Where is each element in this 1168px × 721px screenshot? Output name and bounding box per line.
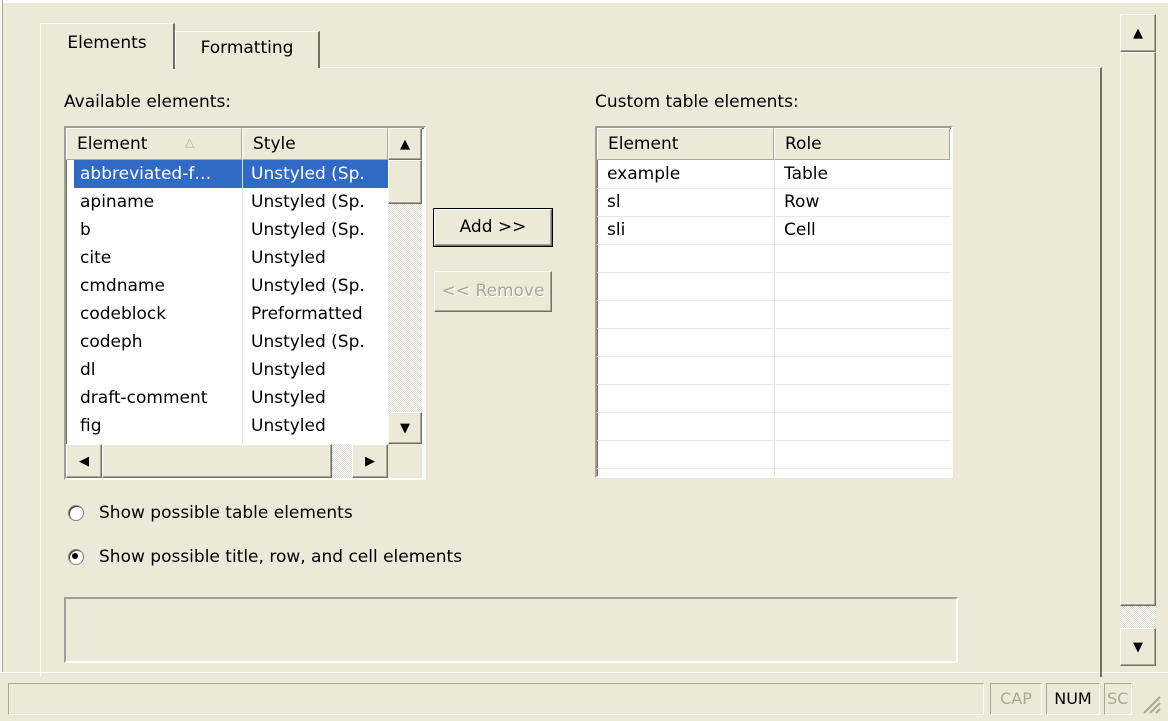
role-cell: Cell: [784, 220, 816, 240]
column-header-element-label: Element: [77, 134, 148, 154]
element-cell: cmdname: [80, 276, 165, 296]
column-header-element[interactable]: Element: [597, 128, 774, 160]
row-gridline: [597, 412, 951, 413]
custom-table-elements-list[interactable]: Element Role example Table sl Row sli Cell: [595, 126, 953, 478]
style-cell: Unstyled (Sp.: [251, 332, 365, 352]
table-row[interactable]: abbreviated-f… Unstyled (Sp.: [66, 160, 388, 188]
scroll-left-button[interactable]: ◀: [66, 444, 102, 478]
description-box: [64, 597, 958, 663]
radio-title-row-cell-label[interactable]: Show possible title, row, and cell eleme…: [99, 547, 462, 567]
table-row[interactable]: sli Cell: [597, 216, 951, 244]
sort-ascending-icon: △: [185, 135, 195, 149]
row-gridline: [597, 440, 951, 441]
row-gridline: [597, 244, 951, 245]
available-elements-list[interactable]: Element △ Style abbreviated-f… Unstyled (…: [64, 126, 426, 480]
style-cell: Unstyled (Sp.: [251, 276, 365, 296]
row-gridline: [597, 328, 951, 329]
element-cell: b: [80, 220, 91, 240]
window-scroll-thumb[interactable]: [1120, 52, 1156, 606]
radio-checked-dot: [72, 553, 78, 559]
role-cell: Row: [784, 192, 820, 212]
column-header-style[interactable]: Style: [242, 128, 388, 160]
resize-grip-icon[interactable]: [1140, 693, 1162, 715]
element-cell: example: [607, 164, 681, 184]
arrow-up-icon: ▲: [1133, 25, 1143, 41]
window-left-edge: [0, 0, 3, 672]
column-header-role[interactable]: Role: [774, 128, 950, 160]
radio-table-elements-label[interactable]: Show possible table elements: [99, 503, 353, 523]
style-cell: Preformatted: [251, 304, 363, 324]
table-row[interactable]: cite Unstyled: [66, 244, 388, 272]
table-row[interactable]: dl Unstyled: [66, 356, 388, 384]
table-row[interactable]: codeblock Preformatted: [66, 300, 388, 328]
radio-table-elements[interactable]: [68, 505, 84, 521]
role-cell: Table: [784, 164, 828, 184]
style-cell: Unstyled: [251, 360, 326, 380]
scroll-right-button[interactable]: ▶: [352, 444, 388, 478]
element-cell: codeph: [80, 332, 143, 352]
radio-title-row-cell[interactable]: [68, 549, 84, 565]
table-row[interactable]: fig Unstyled: [66, 412, 388, 440]
element-cell: codeblock: [80, 304, 167, 324]
window-scroll-up-button[interactable]: ▲: [1120, 14, 1156, 52]
style-cell: Unstyled: [251, 416, 326, 436]
custom-table-elements-label: Custom table elements:: [595, 92, 799, 112]
row-gridline: [597, 384, 951, 385]
column-header-style-label: Style: [253, 134, 296, 154]
style-cell: Unstyled (Sp.: [251, 220, 365, 240]
window-scroll-down-button[interactable]: ▼: [1120, 628, 1156, 666]
element-cell: dl: [80, 360, 96, 380]
status-bar: CAP NUM SC: [0, 672, 1168, 721]
tab-formatting[interactable]: Formatting: [175, 31, 320, 68]
element-cell: draft-comment: [80, 388, 208, 408]
style-cell: Unstyled (Sp.: [251, 192, 365, 212]
row-gridline: [597, 272, 951, 273]
column-header-element[interactable]: Element △: [66, 128, 242, 160]
column-header-element-label: Element: [608, 134, 679, 154]
scroll-up-button[interactable]: ▲: [388, 128, 422, 160]
remove-button[interactable]: << Remove: [434, 271, 552, 312]
table-row[interactable]: codeph Unstyled (Sp.: [66, 328, 388, 356]
element-cell: cite: [80, 248, 112, 268]
element-cell: fig: [80, 416, 102, 436]
style-cell: Unstyled (Sp.: [243, 160, 388, 188]
table-row[interactable]: draft-comment Unstyled: [66, 384, 388, 412]
style-cell: Unstyled: [251, 388, 326, 408]
style-cell: Unstyled: [251, 248, 326, 268]
arrow-left-icon: ◀: [79, 453, 89, 469]
num-lock-indicator: NUM: [1046, 683, 1100, 715]
table-row[interactable]: cmdname Unstyled (Sp.: [66, 272, 388, 300]
caps-lock-indicator: CAP: [990, 683, 1042, 715]
table-row[interactable]: b Unstyled (Sp.: [66, 216, 388, 244]
arrow-right-icon: ▶: [365, 453, 375, 469]
element-cell: sl: [607, 192, 621, 212]
scroll-down-button[interactable]: ▼: [388, 412, 422, 444]
scroll-lock-indicator: SC: [1104, 683, 1132, 715]
tab-elements-label: Elements: [67, 33, 147, 53]
window-top-edge: [0, 0, 1168, 3]
scroll-corner: [388, 444, 422, 478]
arrow-up-icon: ▲: [400, 136, 410, 152]
arrow-down-icon: ▼: [400, 420, 410, 436]
table-row[interactable]: example Table: [597, 160, 951, 188]
row-gridline: [597, 468, 951, 469]
row-gridline: [597, 356, 951, 357]
status-message-panel: [8, 683, 984, 715]
column-header-role-label: Role: [785, 134, 822, 154]
element-cell: apiname: [80, 192, 155, 212]
horizontal-scroll-thumb[interactable]: [102, 444, 332, 478]
element-cell: abbreviated-f…: [74, 160, 242, 188]
tab-elements[interactable]: Elements: [40, 23, 175, 69]
radio-circle: [68, 505, 84, 521]
available-elements-label: Available elements:: [64, 92, 232, 112]
scroll-thumb[interactable]: [388, 160, 422, 204]
add-button[interactable]: Add >>: [433, 208, 553, 247]
table-row[interactable]: sl Row: [597, 188, 951, 216]
tab-formatting-label: Formatting: [200, 38, 294, 58]
element-cell: sli: [607, 220, 626, 240]
arrow-down-icon: ▼: [1133, 639, 1143, 655]
table-row[interactable]: apiname Unstyled (Sp.: [66, 188, 388, 216]
row-gridline: [597, 300, 951, 301]
